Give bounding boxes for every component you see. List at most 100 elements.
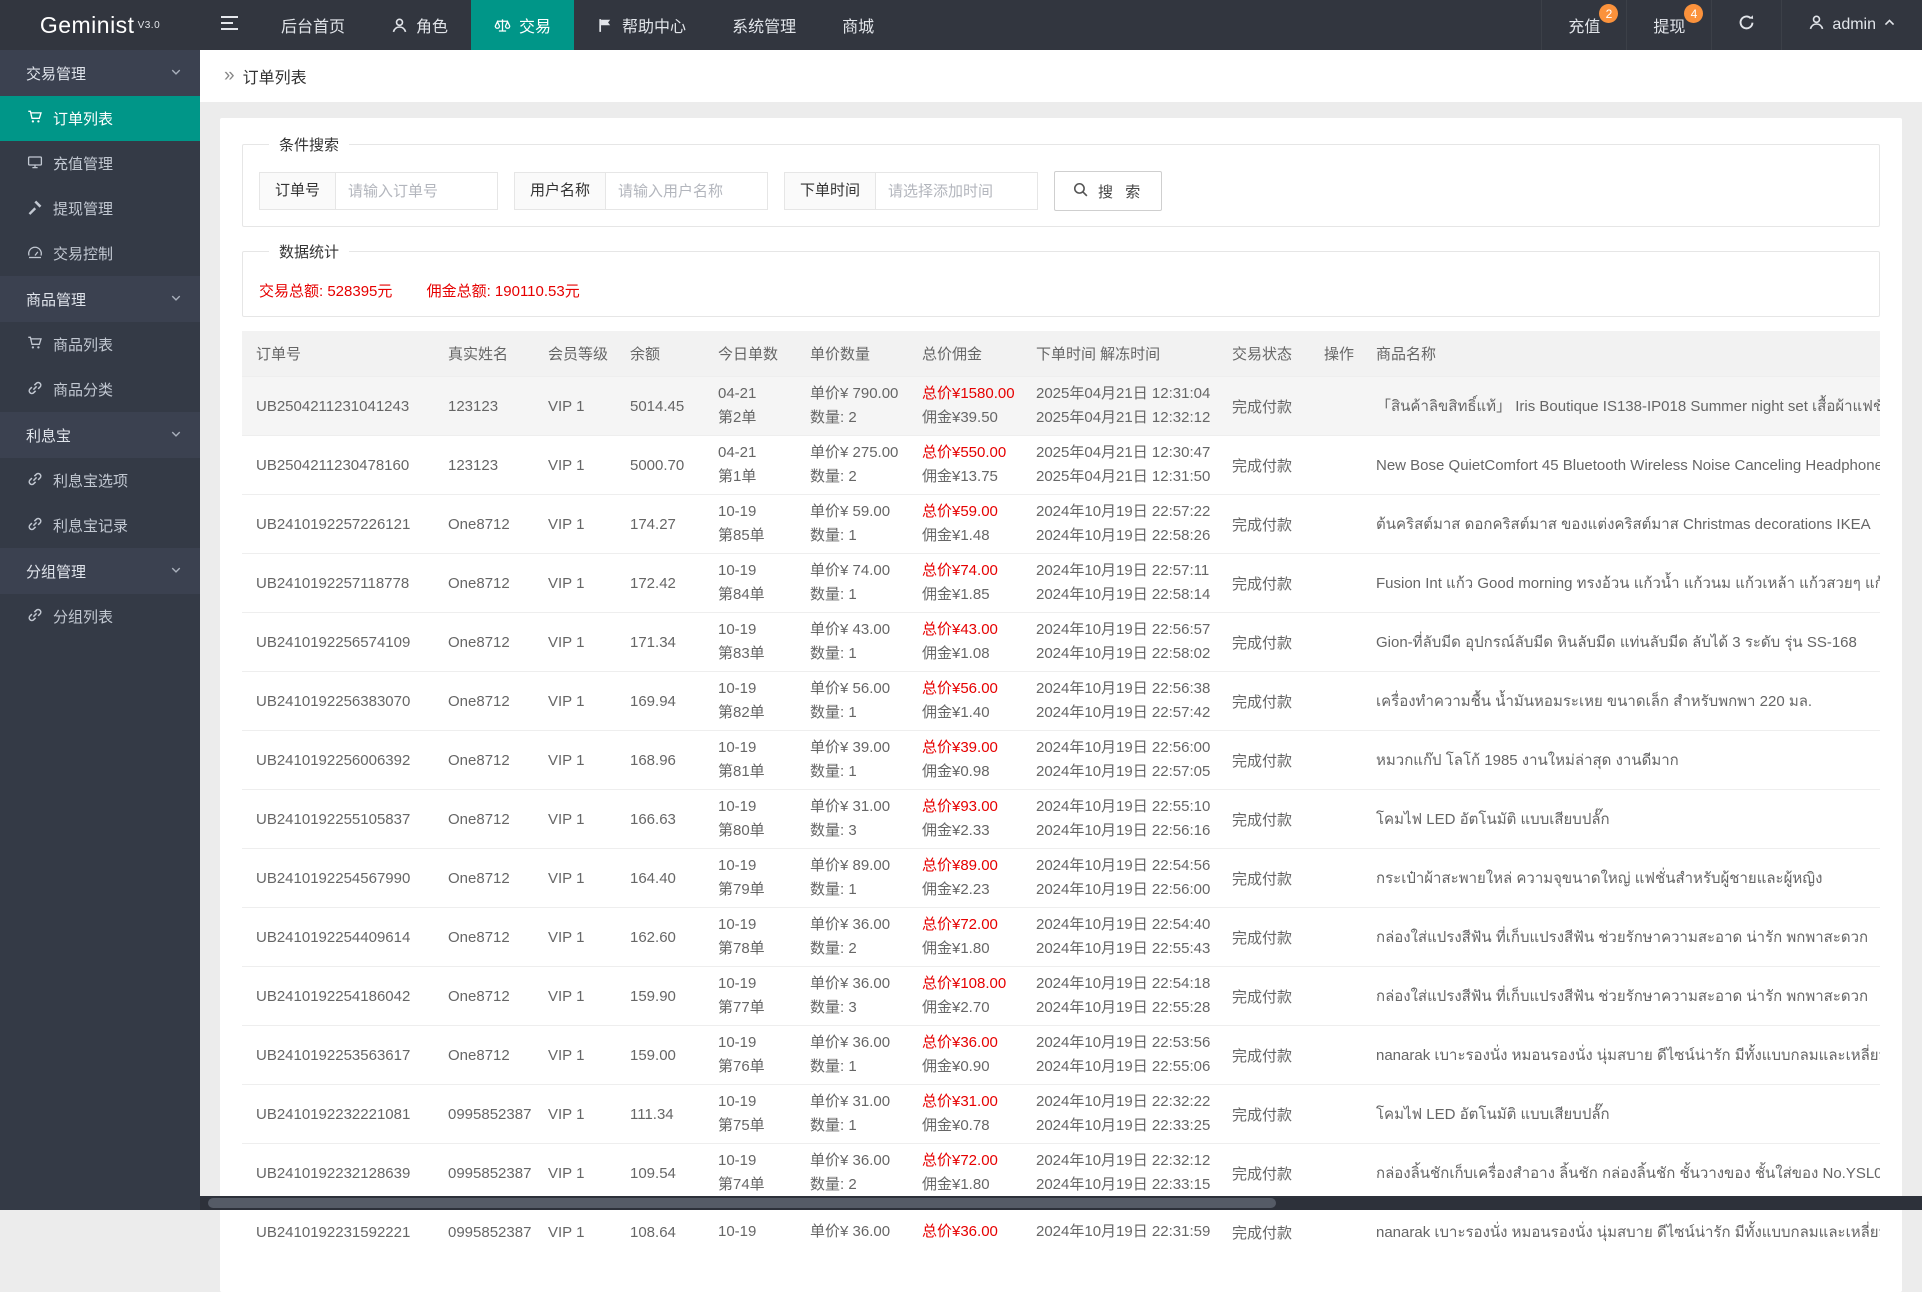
cell-total-commission: 总价¥43.00 佣金¥1.08	[908, 613, 1022, 672]
cell-order-no: UB2410192257226121	[242, 495, 434, 554]
unfreeze-time: 2024年10月19日 22:57:42	[1036, 701, 1204, 725]
sidebar-group-goods-manage[interactable]: 商品管理	[0, 276, 200, 322]
cell-real-name: One8712	[434, 908, 534, 967]
cell-balance: 172.42	[616, 554, 704, 613]
cell-action	[1310, 436, 1362, 495]
sidebar-item-label: 分组列表	[53, 606, 113, 627]
chevron-up-icon	[1883, 16, 1896, 34]
table-header: 订单号真实姓名会员等级余额今日单数单价数量总价佣金下单时间 解冻时间交易状态操作…	[242, 331, 1880, 377]
gauge-icon	[27, 244, 43, 264]
cell-total-commission: 总价¥56.00 佣金¥1.40	[908, 672, 1022, 731]
total-price: 总价¥74.00	[922, 559, 1008, 583]
quantity: 数量: 1	[810, 642, 894, 666]
cell-total-commission: 总价¥89.00 佣金¥2.23	[908, 849, 1022, 908]
cell-times: 2024年10月19日 22:57:22 2024年10月19日 22:58:2…	[1022, 495, 1218, 554]
user-name-input[interactable]	[605, 172, 768, 210]
sidebar-item-goods-category[interactable]: 商品分类	[0, 367, 200, 412]
cell-price-qty: 单价¥ 36.00	[796, 1203, 908, 1262]
sidebar-item-order-list[interactable]: 订单列表	[0, 96, 200, 141]
horizontal-scrollbar[interactable]	[200, 1196, 1922, 1210]
cell-times: 2024年10月19日 22:56:38 2024年10月19日 22:57:4…	[1022, 672, 1218, 731]
cell-product-name: ต้นคริสต์มาส ดอกคริสต์มาส ของแต่งคริสต์ม…	[1362, 495, 1880, 554]
nav-item-mall[interactable]: 商城	[819, 0, 897, 50]
commission: 佣金¥39.50	[922, 406, 1008, 430]
nav-item-help-center[interactable]: 帮助中心	[574, 0, 709, 50]
nav-item-home[interactable]: 后台首页	[258, 0, 368, 50]
unit-price: 单价¥ 790.00	[810, 382, 894, 406]
cell-today-orders: 04-21 第2单	[704, 377, 796, 436]
sidebar-group-group-manage[interactable]: 分组管理	[0, 548, 200, 594]
order-date: 04-21	[718, 382, 782, 406]
unit-price: 单价¥ 74.00	[810, 559, 894, 583]
nav-item-system-manage[interactable]: 系统管理	[709, 0, 819, 50]
cell-real-name: One8712	[434, 672, 534, 731]
order-index: 第2单	[718, 406, 782, 430]
cell-action	[1310, 1144, 1362, 1203]
order-time: 2024年10月19日 22:53:56	[1036, 1031, 1204, 1055]
cell-trade-status: 完成付款	[1218, 908, 1310, 967]
order-time: 2024年10月19日 22:56:38	[1036, 677, 1204, 701]
table-row: UB2410192257118778 One8712 VIP 1 172.42 …	[242, 554, 1880, 613]
order-date: 10-19	[718, 795, 782, 819]
cell-trade-status: 完成付款	[1218, 1085, 1310, 1144]
sidebar-item-recharge-manage[interactable]: 充值管理	[0, 141, 200, 186]
quantity: 数量: 3	[810, 819, 894, 843]
cell-today-orders: 10-19 第77单	[704, 967, 796, 1026]
cell-trade-status: 完成付款	[1218, 436, 1310, 495]
cell-today-orders: 10-19 第75单	[704, 1085, 796, 1144]
sidebar-item-interest-options[interactable]: 利息宝选项	[0, 458, 200, 503]
nav-item-roles[interactable]: 角色	[368, 0, 471, 50]
cell-today-orders: 04-21 第1单	[704, 436, 796, 495]
sidebar-item-withdraw-manage[interactable]: 提现管理	[0, 186, 200, 231]
sidebar-group-interest-treasure[interactable]: 利息宝	[0, 412, 200, 458]
sidebar-item-label: 提现管理	[53, 198, 113, 219]
order-index: 第77单	[718, 996, 782, 1020]
sidebar-toggle-button[interactable]	[200, 0, 258, 50]
cell-price-qty: 单价¥ 56.00 数量: 1	[796, 672, 908, 731]
quantity: 数量: 1	[810, 583, 894, 607]
nav-item-label: 角色	[416, 13, 448, 37]
cell-balance: 168.96	[616, 731, 704, 790]
cell-order-no: UB2410192232128639	[242, 1144, 434, 1203]
quantity: 数量: 3	[810, 996, 894, 1020]
nav-item-trade[interactable]: 交易	[471, 0, 574, 50]
refresh-button[interactable]	[1711, 0, 1781, 50]
unit-price: 单价¥ 39.00	[810, 736, 894, 760]
recharge-button[interactable]: 充值 2	[1541, 0, 1626, 50]
logo-version: V3.0	[138, 20, 161, 31]
sidebar-item-label: 交易控制	[53, 243, 113, 264]
search-button[interactable]: 搜 索	[1054, 171, 1162, 211]
cell-balance: 169.94	[616, 672, 704, 731]
column-header: 会员等级	[534, 331, 616, 377]
order-time: 2024年10月19日 22:56:00	[1036, 736, 1204, 760]
cell-times: 2024年10月19日 22:54:40 2024年10月19日 22:55:4…	[1022, 908, 1218, 967]
cell-times: 2024年10月19日 22:55:10 2024年10月19日 22:56:1…	[1022, 790, 1218, 849]
order-no-input[interactable]	[335, 172, 498, 210]
cell-trade-status: 完成付款	[1218, 1026, 1310, 1085]
sidebar-item-label: 商品分类	[53, 379, 113, 400]
scrollbar-thumb[interactable]	[208, 1198, 1276, 1208]
cell-order-no: UB2410192254567990	[242, 849, 434, 908]
table-row: UB2410192256574109 One8712 VIP 1 171.34 …	[242, 613, 1880, 672]
sidebar-item-interest-records[interactable]: 利息宝记录	[0, 503, 200, 548]
sidebar-item-goods-list[interactable]: 商品列表	[0, 322, 200, 367]
total-price: 总价¥1580.00	[922, 382, 1008, 406]
sidebar-item-group-list[interactable]: 分组列表	[0, 594, 200, 639]
table-row: UB2410192256383070 One8712 VIP 1 169.94 …	[242, 672, 1880, 731]
unfreeze-time: 2024年10月19日 22:33:25	[1036, 1114, 1204, 1138]
order-time: 2024年10月19日 22:32:22	[1036, 1090, 1204, 1114]
user-menu[interactable]: admin	[1781, 0, 1922, 50]
order-time: 2024年10月19日 22:57:22	[1036, 500, 1204, 524]
sidebar-group-trade-manage[interactable]: 交易管理	[0, 50, 200, 96]
search-form: 订单号用户名称下单时间搜 索	[259, 167, 1863, 211]
order-time-input[interactable]	[875, 172, 1038, 210]
commission: 佣金¥0.90	[922, 1055, 1008, 1079]
withdraw-button[interactable]: 提现 4	[1626, 0, 1711, 50]
cell-product-name: 「สินค้าลิขสิทธิ์แท้」 Iris Boutique IS138…	[1362, 377, 1880, 436]
cell-member-level: VIP 1	[534, 1026, 616, 1085]
search-field-order-time: 下单时间	[784, 172, 1038, 210]
sidebar-item-trade-control[interactable]: 交易控制	[0, 231, 200, 276]
chevron-down-icon	[170, 427, 182, 444]
cell-action	[1310, 967, 1362, 1026]
cell-balance: 109.54	[616, 1144, 704, 1203]
